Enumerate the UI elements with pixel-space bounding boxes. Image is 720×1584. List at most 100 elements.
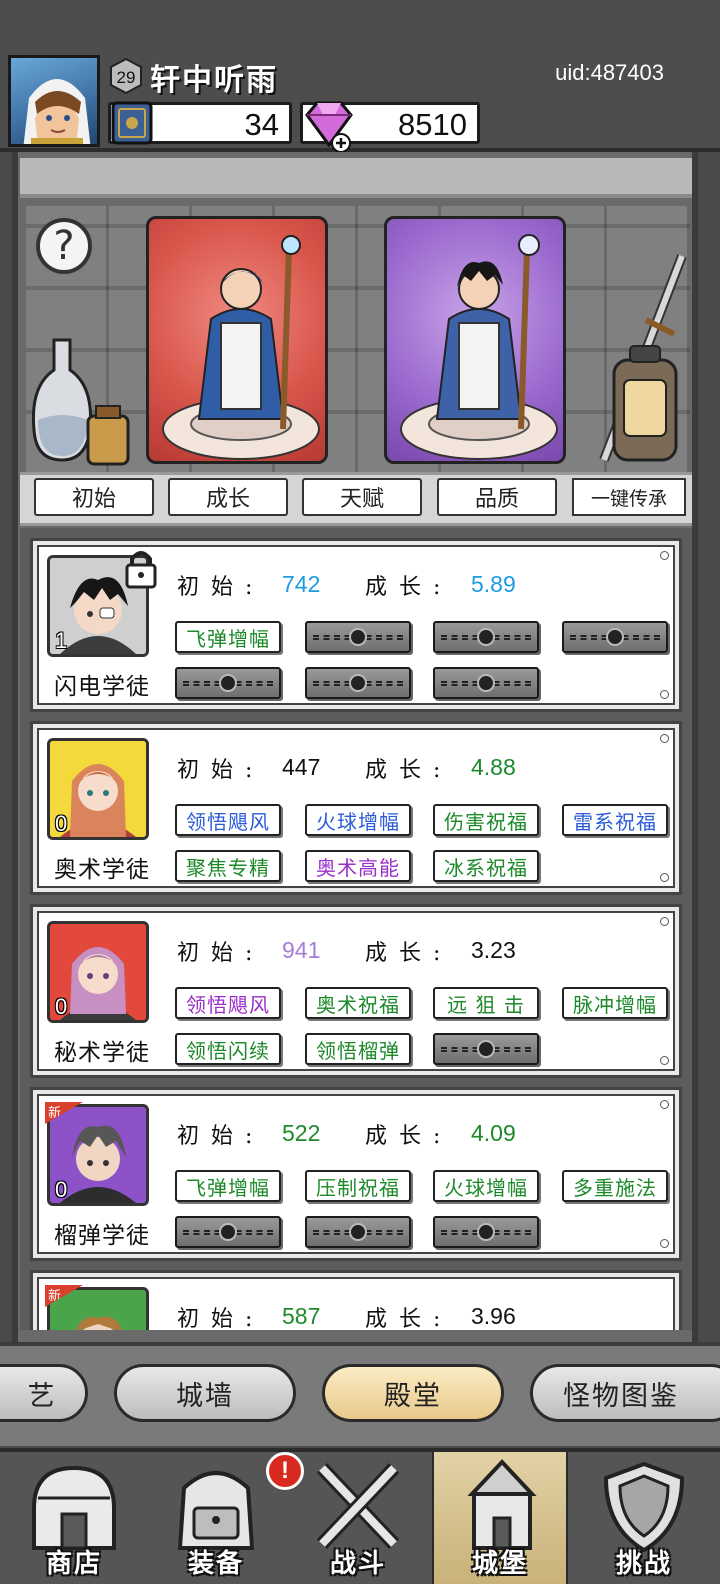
locked-skill-slot bbox=[433, 621, 539, 653]
skill-chip[interactable]: 飞弹增幅 bbox=[175, 1170, 281, 1202]
filter-talent-button[interactable]: 天赋 bbox=[302, 478, 422, 516]
hero-list[interactable]: 1 闪电学徒 初始: 742 成长: 5.89 飞弹增幅 0 奥术学徒 初始: … bbox=[20, 528, 692, 1330]
books-count: 34 bbox=[244, 107, 279, 142]
castle-icon bbox=[467, 1459, 537, 1550]
player-uid: uid:487403 bbox=[555, 60, 664, 85]
skill-chip[interactable]: 伤害祝福 bbox=[433, 804, 539, 836]
skill-chip[interactable]: 领悟榴弹 bbox=[305, 1033, 411, 1065]
initial-label: 初始: bbox=[177, 941, 265, 966]
skill-chip[interactable]: 冰系祝福 bbox=[433, 850, 539, 882]
shop-icon bbox=[32, 1465, 116, 1550]
corner-rivet bbox=[660, 873, 669, 882]
mage-figure-icon bbox=[162, 235, 320, 460]
skill-chip[interactable]: 飞弹增幅 bbox=[175, 621, 281, 653]
hero-card-preview[interactable] bbox=[384, 216, 566, 464]
chain-lock-icon bbox=[349, 628, 367, 646]
svg-text:29: 29 bbox=[117, 68, 136, 87]
initial-value: 941 bbox=[282, 937, 321, 963]
skill-chip[interactable]: 脉冲增幅 bbox=[562, 987, 668, 1019]
chain-lock-icon bbox=[477, 1040, 495, 1058]
initial-label: 初始: bbox=[177, 1307, 265, 1330]
locked-skill-slot bbox=[305, 1216, 411, 1248]
locked-skill-slot bbox=[305, 621, 411, 653]
filter-growth-button[interactable]: 成长 bbox=[168, 478, 288, 516]
chain-lock-icon bbox=[219, 674, 237, 692]
corner-rivet bbox=[660, 551, 669, 560]
skill-chip[interactable]: 火球增幅 bbox=[305, 804, 411, 836]
help-button[interactable]: ? bbox=[36, 218, 92, 274]
mage-figure-preview-icon bbox=[400, 234, 558, 460]
skill-chip[interactable]: 远 狙 击 bbox=[433, 987, 539, 1019]
hero-portrait: 0 bbox=[47, 1104, 149, 1206]
skill-chip[interactable]: 领悟飓风 bbox=[175, 804, 281, 836]
list-item[interactable]: 0 奥术学徒 初始: 447 成长: 4.88 领悟飓风 火球增幅 伤害祝福 雷… bbox=[30, 721, 682, 895]
growth-value: 4.88 bbox=[471, 754, 516, 780]
list-item[interactable]: 1 闪电学徒 初始: 742 成长: 5.89 飞弹增幅 bbox=[30, 538, 682, 712]
growth-label: 成长: bbox=[365, 1124, 453, 1149]
gems-count: 8510 bbox=[398, 107, 467, 142]
hero-name: 秘术学徒 bbox=[54, 1040, 150, 1066]
list-item[interactable]: 新 初始: 587 成长: 3.96 bbox=[30, 1270, 682, 1330]
growth-value: 4.09 bbox=[471, 1120, 516, 1146]
chain-lock-icon bbox=[606, 628, 624, 646]
player-avatar[interactable] bbox=[8, 55, 100, 147]
potion-bottle-icon bbox=[31, 338, 130, 466]
initial-value: 742 bbox=[282, 571, 321, 597]
skill-chip[interactable]: 聚焦专精 bbox=[175, 850, 281, 882]
corner-rivet bbox=[660, 1056, 669, 1065]
tab-city-wall[interactable]: 城墙 bbox=[114, 1364, 296, 1422]
skill-chip[interactable]: 多重施法 bbox=[562, 1170, 668, 1202]
locked-skill-slot bbox=[433, 1033, 539, 1065]
locked-skill-slot bbox=[305, 667, 411, 699]
nav-equip[interactable]: 装备 bbox=[148, 1452, 284, 1584]
locked-skill-slot bbox=[175, 1216, 281, 1248]
tab-craft[interactable]: 艺 bbox=[0, 1364, 88, 1422]
locked-skill-slot bbox=[562, 621, 668, 653]
chain-lock-icon bbox=[349, 674, 367, 692]
chain-lock-icon bbox=[477, 628, 495, 646]
corner-rivet bbox=[660, 917, 669, 926]
corner-rivet bbox=[660, 690, 669, 699]
list-item[interactable]: 0 秘术学徒 初始: 941 成长: 3.23 领悟飓风 奥术祝福 远 狙 击 … bbox=[30, 904, 682, 1078]
corner-rivet bbox=[660, 734, 669, 743]
chain-lock-icon bbox=[477, 674, 495, 692]
hero-face-icon bbox=[50, 1290, 146, 1330]
growth-label: 成长: bbox=[365, 941, 453, 966]
locked-skill-slot bbox=[175, 667, 281, 699]
tab-hall[interactable]: 殿堂 bbox=[322, 1364, 504, 1422]
skill-chip[interactable]: 领悟飓风 bbox=[175, 987, 281, 1019]
nav-castle[interactable]: 城堡 bbox=[432, 1452, 568, 1584]
skill-chip[interactable]: 雷系祝福 bbox=[562, 804, 668, 836]
skill-chip[interactable]: 领悟闪续 bbox=[175, 1033, 281, 1065]
inherit-all-button[interactable]: 一键传承 bbox=[572, 478, 686, 516]
backpack-icon bbox=[177, 1471, 255, 1550]
skill-chip[interactable]: 奥术高能 bbox=[305, 850, 411, 882]
locked-skill-slot bbox=[433, 667, 539, 699]
hero-card-current[interactable] bbox=[146, 216, 328, 464]
filter-quality-button[interactable]: 品质 bbox=[437, 478, 557, 516]
nav-battle[interactable]: 战斗 bbox=[290, 1452, 426, 1584]
corner-rivet bbox=[660, 1100, 669, 1109]
list-item[interactable]: 新 0 榴弹学徒 初始: 522 成长: 4.09 飞弹增幅 压制祝福 火球增幅… bbox=[30, 1087, 682, 1261]
skill-chip[interactable]: 火球增幅 bbox=[433, 1170, 539, 1202]
corner-rivet bbox=[660, 1239, 669, 1248]
skill-chip[interactable]: 奥术祝福 bbox=[305, 987, 411, 1019]
growth-label: 成长: bbox=[365, 1307, 453, 1330]
filter-initial-button[interactable]: 初始 bbox=[34, 478, 154, 516]
growth-label: 成长: bbox=[365, 758, 453, 783]
books-resource[interactable]: 34 bbox=[108, 101, 292, 145]
sword-lantern-icon bbox=[599, 254, 687, 462]
gem-icon bbox=[305, 101, 353, 153]
level-badge: 29 bbox=[110, 58, 142, 94]
nav-challenge[interactable]: 挑战 bbox=[576, 1452, 712, 1584]
growth-value: 5.89 bbox=[471, 571, 516, 597]
panel-top-bar bbox=[20, 158, 692, 198]
initial-label: 初始: bbox=[177, 758, 265, 783]
skill-chip[interactable]: 压制祝福 bbox=[305, 1170, 411, 1202]
gems-resource[interactable]: 8510 bbox=[300, 101, 480, 153]
chain-lock-icon bbox=[219, 1223, 237, 1241]
locked-skill-slot bbox=[433, 1216, 539, 1248]
player-name: 轩中听雨 bbox=[150, 63, 278, 98]
nav-shop[interactable]: 商店 bbox=[6, 1452, 142, 1584]
tab-monster-codex[interactable]: 怪物图鉴 bbox=[530, 1364, 720, 1422]
